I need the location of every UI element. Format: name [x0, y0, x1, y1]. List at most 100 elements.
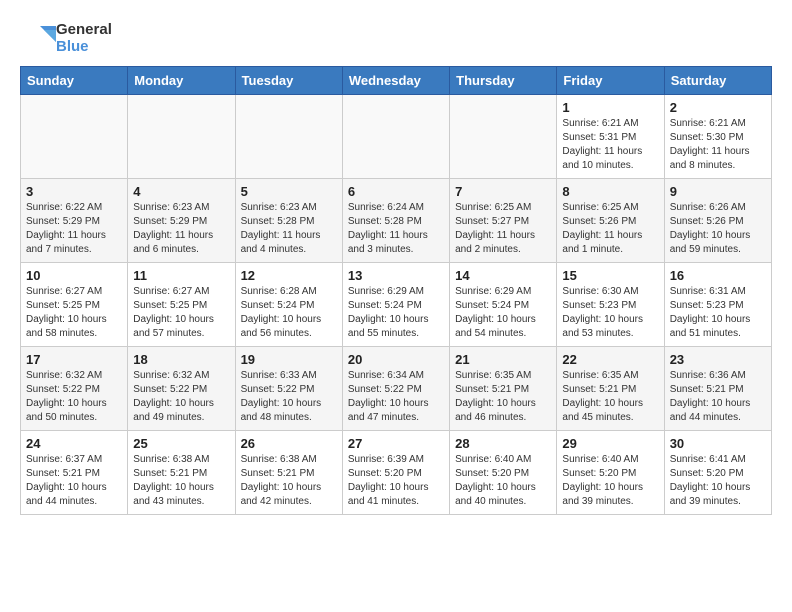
calendar-cell: 7 Sunrise: 6:25 AM Sunset: 5:27 PM Daylig… [450, 179, 557, 263]
calendar-cell: 13 Sunrise: 6:29 AM Sunset: 5:24 PM Dayli… [342, 263, 449, 347]
day-info: Sunrise: 6:29 AM Sunset: 5:24 PM Dayligh… [348, 285, 444, 341]
calendar-cell: 1 Sunrise: 6:21 AM Sunset: 5:31 PM Daylig… [557, 95, 664, 179]
day-number: 14 [455, 268, 551, 283]
calendar-cell: 24 Sunrise: 6:37 AM Sunset: 5:21 PM Dayli… [21, 431, 128, 515]
calendar-cell [235, 95, 342, 179]
day-number: 1 [562, 100, 658, 115]
day-number: 22 [562, 352, 658, 367]
day-number: 13 [348, 268, 444, 283]
day-info: Sunrise: 6:30 AM Sunset: 5:23 PM Dayligh… [562, 285, 658, 341]
day-info: Sunrise: 6:39 AM Sunset: 5:20 PM Dayligh… [348, 453, 444, 509]
day-number: 5 [241, 184, 337, 199]
day-info: Sunrise: 6:25 AM Sunset: 5:27 PM Dayligh… [455, 201, 551, 257]
day-number: 8 [562, 184, 658, 199]
weekday-header: Saturday [664, 67, 771, 95]
weekday-header: Tuesday [235, 67, 342, 95]
day-number: 19 [241, 352, 337, 367]
calendar-cell: 15 Sunrise: 6:30 AM Sunset: 5:23 PM Dayli… [557, 263, 664, 347]
calendar-cell: 27 Sunrise: 6:39 AM Sunset: 5:20 PM Dayli… [342, 431, 449, 515]
weekday-header: Friday [557, 67, 664, 95]
calendar-week-row: 10Sunrise: 6:27 AM Sunset: 5:25 PM Dayli… [21, 263, 772, 347]
day-number: 20 [348, 352, 444, 367]
calendar-cell: 17 Sunrise: 6:32 AM Sunset: 5:22 PM Dayli… [21, 347, 128, 431]
day-info: Sunrise: 6:24 AM Sunset: 5:28 PM Dayligh… [348, 201, 444, 257]
day-number: 16 [670, 268, 766, 283]
day-info: Sunrise: 6:25 AM Sunset: 5:26 PM Dayligh… [562, 201, 658, 257]
weekday-header: Sunday [21, 67, 128, 95]
day-number: 18 [133, 352, 229, 367]
day-number: 24 [26, 436, 122, 451]
calendar-cell [21, 95, 128, 179]
day-number: 28 [455, 436, 551, 451]
calendar-cell: 22 Sunrise: 6:35 AM Sunset: 5:21 PM Dayli… [557, 347, 664, 431]
day-number: 17 [26, 352, 122, 367]
calendar-cell: 26 Sunrise: 6:38 AM Sunset: 5:21 PM Dayli… [235, 431, 342, 515]
day-number: 4 [133, 184, 229, 199]
day-number: 10 [26, 268, 122, 283]
logo-container: General Blue [20, 20, 112, 56]
day-info: Sunrise: 6:37 AM Sunset: 5:21 PM Dayligh… [26, 453, 122, 509]
calendar-cell: 10Sunrise: 6:27 AM Sunset: 5:25 PM Dayli… [21, 263, 128, 347]
calendar-cell: 2 Sunrise: 6:21 AM Sunset: 5:30 PM Daylig… [664, 95, 771, 179]
day-info: Sunrise: 6:35 AM Sunset: 5:21 PM Dayligh… [562, 369, 658, 425]
calendar-cell: 11Sunrise: 6:27 AM Sunset: 5:25 PM Dayli… [128, 263, 235, 347]
calendar-cell: 19 Sunrise: 6:33 AM Sunset: 5:22 PM Dayli… [235, 347, 342, 431]
day-number: 7 [455, 184, 551, 199]
day-number: 6 [348, 184, 444, 199]
calendar-cell: 5 Sunrise: 6:23 AM Sunset: 5:28 PM Daylig… [235, 179, 342, 263]
day-info: Sunrise: 6:21 AM Sunset: 5:31 PM Dayligh… [562, 117, 658, 173]
logo-bird-icon [20, 20, 56, 56]
day-info: Sunrise: 6:32 AM Sunset: 5:22 PM Dayligh… [26, 369, 122, 425]
day-number: 9 [670, 184, 766, 199]
logo: General Blue [20, 20, 112, 56]
calendar-cell [342, 95, 449, 179]
day-info: Sunrise: 6:34 AM Sunset: 5:22 PM Dayligh… [348, 369, 444, 425]
day-info: Sunrise: 6:33 AM Sunset: 5:22 PM Dayligh… [241, 369, 337, 425]
calendar-cell: 8 Sunrise: 6:25 AM Sunset: 5:26 PM Daylig… [557, 179, 664, 263]
day-info: Sunrise: 6:21 AM Sunset: 5:30 PM Dayligh… [670, 117, 766, 173]
day-number: 26 [241, 436, 337, 451]
logo-text-block: General Blue [56, 21, 112, 56]
calendar-cell: 16 Sunrise: 6:31 AM Sunset: 5:23 PM Dayli… [664, 263, 771, 347]
day-info: Sunrise: 6:32 AM Sunset: 5:22 PM Dayligh… [133, 369, 229, 425]
day-number: 3 [26, 184, 122, 199]
weekday-header-row: SundayMondayTuesdayWednesdayThursdayFrid… [21, 67, 772, 95]
logo-general: General [56, 21, 112, 38]
day-number: 27 [348, 436, 444, 451]
day-number: 2 [670, 100, 766, 115]
calendar-cell: 20 Sunrise: 6:34 AM Sunset: 5:22 PM Dayli… [342, 347, 449, 431]
weekday-header: Monday [128, 67, 235, 95]
day-info: Sunrise: 6:41 AM Sunset: 5:20 PM Dayligh… [670, 453, 766, 509]
calendar-cell: 12Sunrise: 6:28 AM Sunset: 5:24 PM Dayli… [235, 263, 342, 347]
calendar-cell: 4 Sunrise: 6:23 AM Sunset: 5:29 PM Daylig… [128, 179, 235, 263]
calendar-week-row: 24 Sunrise: 6:37 AM Sunset: 5:21 PM Dayli… [21, 431, 772, 515]
day-info: Sunrise: 6:40 AM Sunset: 5:20 PM Dayligh… [455, 453, 551, 509]
day-number: 29 [562, 436, 658, 451]
calendar-week-row: 3Sunrise: 6:22 AM Sunset: 5:29 PM Daylig… [21, 179, 772, 263]
day-info: Sunrise: 6:40 AM Sunset: 5:20 PM Dayligh… [562, 453, 658, 509]
weekday-header: Wednesday [342, 67, 449, 95]
day-info: Sunrise: 6:26 AM Sunset: 5:26 PM Dayligh… [670, 201, 766, 257]
calendar-cell: 6 Sunrise: 6:24 AM Sunset: 5:28 PM Daylig… [342, 179, 449, 263]
day-info: Sunrise: 6:38 AM Sunset: 5:21 PM Dayligh… [241, 453, 337, 509]
calendar-cell: 9 Sunrise: 6:26 AM Sunset: 5:26 PM Daylig… [664, 179, 771, 263]
logo-blue: Blue [56, 38, 112, 55]
calendar-cell: 21Sunrise: 6:35 AM Sunset: 5:21 PM Dayli… [450, 347, 557, 431]
calendar-cell: 30Sunrise: 6:41 AM Sunset: 5:20 PM Dayli… [664, 431, 771, 515]
day-number: 21 [455, 352, 551, 367]
calendar-cell [450, 95, 557, 179]
day-number: 23 [670, 352, 766, 367]
calendar-cell: 23Sunrise: 6:36 AM Sunset: 5:21 PM Dayli… [664, 347, 771, 431]
calendar-cell: 3Sunrise: 6:22 AM Sunset: 5:29 PM Daylig… [21, 179, 128, 263]
day-info: Sunrise: 6:31 AM Sunset: 5:23 PM Dayligh… [670, 285, 766, 341]
day-info: Sunrise: 6:29 AM Sunset: 5:24 PM Dayligh… [455, 285, 551, 341]
weekday-header: Thursday [450, 67, 557, 95]
day-info: Sunrise: 6:38 AM Sunset: 5:21 PM Dayligh… [133, 453, 229, 509]
calendar-cell [128, 95, 235, 179]
day-info: Sunrise: 6:23 AM Sunset: 5:28 PM Dayligh… [241, 201, 337, 257]
calendar-cell: 14 Sunrise: 6:29 AM Sunset: 5:24 PM Dayli… [450, 263, 557, 347]
calendar-week-row: 1 Sunrise: 6:21 AM Sunset: 5:31 PM Daylig… [21, 95, 772, 179]
day-info: Sunrise: 6:28 AM Sunset: 5:24 PM Dayligh… [241, 285, 337, 341]
day-info: Sunrise: 6:23 AM Sunset: 5:29 PM Dayligh… [133, 201, 229, 257]
day-number: 15 [562, 268, 658, 283]
